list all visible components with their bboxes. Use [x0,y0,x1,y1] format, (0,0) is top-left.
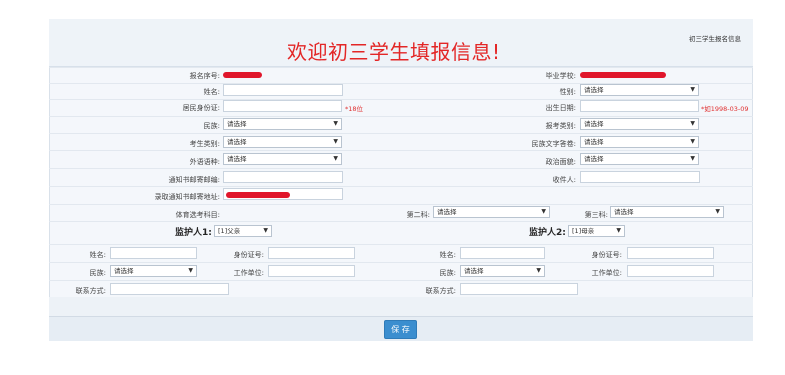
chevron-down-icon: ▼ [690,138,695,145]
chevron-down-icon: ▼ [690,120,695,127]
id-hint: *18位 [345,105,364,113]
pe2-select-value: 请选择 [437,208,457,216]
redaction-mark [580,72,666,78]
g1-id-label: 身份证号: [233,251,264,259]
gender-select-value: 请选择 [584,86,604,94]
g1-name-input[interactable] [110,247,197,259]
g2-contact-label: 联系方式: [425,287,456,295]
name-input[interactable] [223,84,343,96]
postcode-label: 通知书邮寄邮编: [168,176,220,184]
chevron-down-icon: ▼ [333,138,338,145]
ethnic-lang-select-value: 请选择 [584,138,604,146]
chevron-down-icon: ▼ [333,120,338,127]
g1-work-label: 工作单位: [233,269,264,277]
guardian-header-row [49,221,753,241]
ethnic-lang-select[interactable]: 请选择 ▼ [580,136,699,148]
candidate-label: 考生类别: [189,140,220,148]
chevron-down-icon: ▼ [263,227,268,234]
chevron-down-icon: ▼ [188,267,193,274]
birth-label: 出生日期: [545,104,576,112]
pe2-label: 第二科: [406,211,430,219]
g2-work-label: 工作单位: [591,269,622,277]
chevron-down-icon: ▼ [616,227,621,234]
gender-select[interactable]: 请选择 ▼ [580,84,699,96]
g2-ethnic-select-value: 请选择 [464,267,484,275]
pe3-label: 第三科: [584,211,608,219]
recipient-input[interactable] [580,171,700,183]
chevron-down-icon: ▼ [690,155,695,162]
spacer-band [49,297,753,317]
g1-ethnic-select-value: 请选择 [114,267,134,275]
g1-name-label: 姓名: [89,251,106,259]
g1-ethnic-select[interactable]: 请选择 ▼ [110,265,197,277]
pe2-select[interactable]: 请选择 ▼ [433,206,550,218]
chevron-down-icon: ▼ [690,86,695,93]
g1-ethnic-label: 民族: [89,269,106,277]
save-button[interactable]: 保 存 [384,320,417,339]
g2-name-label: 姓名: [439,251,456,259]
guardian1-select[interactable]: [1]父亲 ▼ [214,225,272,237]
guardian2-select[interactable]: [1]母亲 ▼ [568,225,625,237]
birth-hint: *如1998-03-09 [701,105,749,113]
chevron-down-icon: ▼ [715,208,720,215]
exam-type-select[interactable]: 请选择 ▼ [580,118,699,130]
ethnic-lang-label: 民族文字答卷: [531,140,576,148]
postcode-input[interactable] [223,171,343,183]
g1-contact-label: 联系方式: [75,287,106,295]
foreign-select-value: 请选择 [227,155,247,163]
g2-work-input[interactable] [627,265,714,277]
chevron-down-icon: ▼ [536,267,541,274]
redaction-mark [223,72,262,78]
g2-ethnic-select[interactable]: 请选择 ▼ [460,265,545,277]
gender-label: 性别: [559,88,576,96]
foreign-label: 外语语种: [189,158,220,166]
g2-contact-input[interactable] [460,283,578,295]
candidate-select-value: 请选择 [227,138,247,146]
redaction-mark [226,192,290,198]
recipient-label: 收件人: [552,176,576,184]
chevron-down-icon: ▼ [333,155,338,162]
page-title: 欢迎初三学生填报信息! [287,40,501,64]
address-label: 录取通知书邮寄地址: [154,193,220,201]
political-select-value: 请选择 [584,155,604,163]
ethnic-select[interactable]: 请选择 ▼ [223,118,342,130]
exam-type-label: 报考类别: [545,122,576,130]
name-label: 姓名: [203,88,220,96]
g2-id-input[interactable] [627,247,714,259]
ethnic-select-value: 请选择 [227,120,247,128]
foreign-select[interactable]: 请选择 ▼ [223,153,342,165]
g1-contact-input[interactable] [110,283,229,295]
id-label: 居民身份证: [182,104,220,112]
reg-no-label: 报名序号: [189,72,220,80]
political-select[interactable]: 请选择 ▼ [580,153,699,165]
school-label: 毕业学校: [545,72,576,80]
guardian2-label: 监护人2: [529,228,566,238]
g2-id-label: 身份证号: [591,251,622,259]
g1-id-input[interactable] [268,247,355,259]
g1-work-input[interactable] [268,265,355,277]
pe3-select-value: 请选择 [614,208,634,216]
exam-type-select-value: 请选择 [584,120,604,128]
guardian1-label: 监护人1: [175,228,212,238]
ethnic-label: 民族: [203,122,220,130]
g2-name-input[interactable] [460,247,545,259]
g2-ethnic-label: 民族: [439,269,456,277]
guardian1-select-value: [1]父亲 [218,227,241,235]
guardian2-select-value: [1]母亲 [572,227,595,235]
political-label: 政治面貌: [545,158,576,166]
corner-caption: 初三学生报名信息 [689,35,741,43]
id-input[interactable] [223,100,342,112]
candidate-select[interactable]: 请选择 ▼ [223,136,342,148]
chevron-down-icon: ▼ [541,208,546,215]
pe3-select[interactable]: 请选择 ▼ [610,206,724,218]
pe-label: 体育选考科目: [175,211,220,219]
birth-input[interactable] [580,100,699,112]
